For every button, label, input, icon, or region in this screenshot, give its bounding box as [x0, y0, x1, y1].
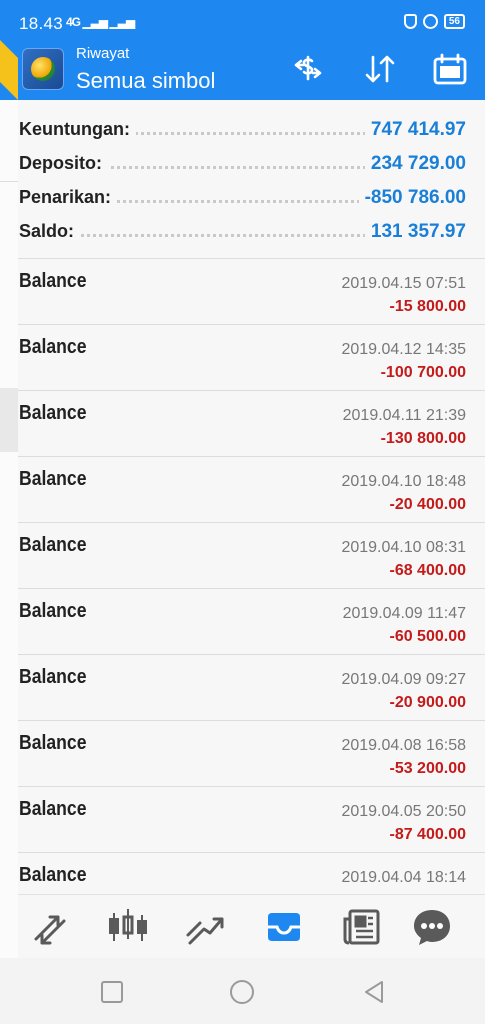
deal-type: Balance: [19, 666, 87, 688]
inbox-icon[interactable]: [262, 905, 306, 949]
summary-row-deposit: Deposito: 234 729.00: [18, 146, 485, 180]
candlestick-icon[interactable]: [106, 905, 150, 949]
deal-time: 2019.04.05 20:50: [341, 803, 466, 820]
deal-amount: -20 400.00: [389, 496, 466, 513]
status-icons: 56: [403, 14, 465, 29]
deal-row[interactable]: Balance 2019.04.10 18:48 -20 400.00: [18, 456, 485, 522]
deal-list: Balance 2019.04.15 07:51 -15 800.00 Bala…: [18, 258, 485, 894]
summary-value: 234 729.00: [364, 153, 466, 175]
deal-type: Balance: [19, 732, 87, 754]
overlay-strip: [0, 100, 18, 960]
deal-time: 2019.04.08 16:58: [341, 737, 466, 754]
deal-type: Balance: [19, 864, 87, 886]
battery-icon: 56: [443, 14, 465, 29]
summary-row-withdrawal: Penarikan: -850 786.00: [18, 180, 485, 214]
shield-icon: [403, 14, 417, 29]
deal-row[interactable]: Balance 2019.04.10 08:31 -68 400.00: [18, 522, 485, 588]
deal-time: 2019.04.09 11:47: [342, 605, 466, 622]
exchange-dollar-icon[interactable]: [290, 51, 326, 87]
deal-row[interactable]: Balance 2019.04.09 11:47 -60 500.00: [18, 588, 485, 654]
calendar-icon[interactable]: [432, 51, 468, 87]
overlay-handle: [0, 388, 18, 452]
deal-type: Balance: [19, 270, 87, 292]
deal-amount: -87 400.00: [389, 826, 466, 843]
status-time: 18.43: [19, 14, 64, 33]
deal-row[interactable]: Balance 2019.04.05 20:50 -87 400.00: [18, 786, 485, 852]
deal-type: Balance: [19, 600, 87, 622]
deal-time: 2019.04.15 07:51: [341, 275, 466, 292]
summary-value: 131 357.97: [364, 221, 466, 243]
deal-time: 2019.04.09 09:27: [341, 671, 466, 688]
deal-amount: -68 400.00: [389, 562, 466, 579]
quotes-arrows-icon[interactable]: [28, 905, 72, 949]
deal-amount: -130 800.00: [380, 430, 466, 447]
trend-icon[interactable]: [184, 905, 228, 949]
deal-amount: -20 900.00: [389, 694, 466, 711]
summary-label: Penarikan:: [19, 187, 118, 208]
alarm-icon: [422, 14, 438, 29]
deal-row[interactable]: Balance 2019.04.04 18:14: [18, 852, 485, 894]
deal-time: 2019.04.04 18:14: [341, 869, 466, 886]
summary-label: Keuntungan:: [19, 119, 136, 140]
deal-type: Balance: [19, 336, 87, 358]
sort-icon[interactable]: [362, 51, 398, 87]
summary-row-profit: Keuntungan: 747 414.97: [18, 112, 485, 146]
summary-label: Deposito:: [19, 153, 108, 174]
recents-icon[interactable]: [98, 978, 126, 1006]
deal-type: Balance: [19, 468, 87, 490]
back-icon[interactable]: [360, 978, 388, 1006]
deal-type: Balance: [19, 534, 87, 556]
deal-amount: -60 500.00: [389, 628, 466, 645]
dotted-leader: [38, 234, 385, 237]
network-label: 4G: [66, 15, 81, 29]
deal-amount: -15 800.00: [389, 298, 466, 315]
deal-amount: -53 200.00: [389, 760, 466, 777]
logo-icon[interactable]: [22, 48, 64, 90]
deal-type: Balance: [19, 798, 87, 820]
history-content[interactable]: Keuntungan: 747 414.97 Deposito: 234 729…: [18, 100, 485, 894]
deal-time: 2019.04.12 14:35: [341, 341, 466, 358]
app-title[interactable]: Semua simbol: [76, 68, 215, 94]
deal-row[interactable]: Balance 2019.04.15 07:51 -15 800.00: [18, 258, 485, 324]
summary-value: 747 414.97: [364, 119, 466, 141]
home-icon[interactable]: [228, 978, 256, 1006]
deal-time: 2019.04.11 21:39: [342, 407, 466, 424]
summary-panel: Keuntungan: 747 414.97 Deposito: 234 729…: [18, 112, 485, 248]
chat-icon[interactable]: [410, 905, 454, 949]
overlay-divider: [0, 181, 18, 182]
summary-value: -850 786.00: [358, 187, 466, 209]
deal-row[interactable]: Balance 2019.04.12 14:35 -100 700.00: [18, 324, 485, 390]
network-indicator: 4G ▁▃▅ ▁▃▅: [66, 15, 135, 29]
summary-row-balance: Saldo: 131 357.97: [18, 214, 485, 248]
deal-row[interactable]: Balance 2019.04.08 16:58 -53 200.00: [18, 720, 485, 786]
status-bar: 18.43 4G ▁▃▅ ▁▃▅ 56: [0, 0, 485, 38]
app-subtitle: Riwayat: [76, 45, 130, 62]
deal-time: 2019.04.10 08:31: [341, 539, 466, 556]
deal-type: Balance: [19, 402, 87, 424]
deal-row[interactable]: Balance 2019.04.09 09:27 -20 900.00: [18, 654, 485, 720]
summary-label: Saldo:: [19, 221, 81, 242]
deal-time: 2019.04.10 18:48: [341, 473, 466, 490]
deal-amount: -100 700.00: [380, 364, 466, 381]
bottom-nav: [18, 894, 485, 958]
deal-row[interactable]: Balance 2019.04.11 21:39 -130 800.00: [18, 390, 485, 456]
app-bar: Riwayat Semua simbol: [0, 38, 485, 100]
system-nav: [0, 958, 485, 1024]
newspaper-icon[interactable]: [340, 905, 384, 949]
